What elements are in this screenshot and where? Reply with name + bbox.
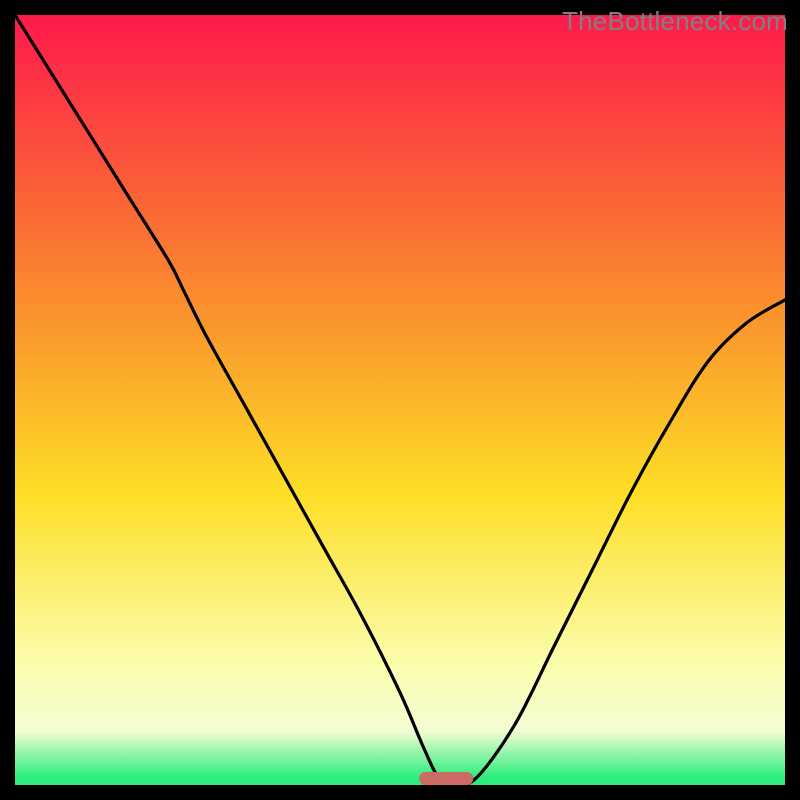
- chart-frame: TheBottleneck.com: [0, 0, 800, 800]
- optimal-marker: [419, 772, 473, 785]
- bottleneck-chart: [15, 15, 785, 785]
- gradient-background: [15, 15, 785, 785]
- plot-area: [15, 15, 785, 785]
- watermark-text: TheBottleneck.com: [562, 6, 788, 37]
